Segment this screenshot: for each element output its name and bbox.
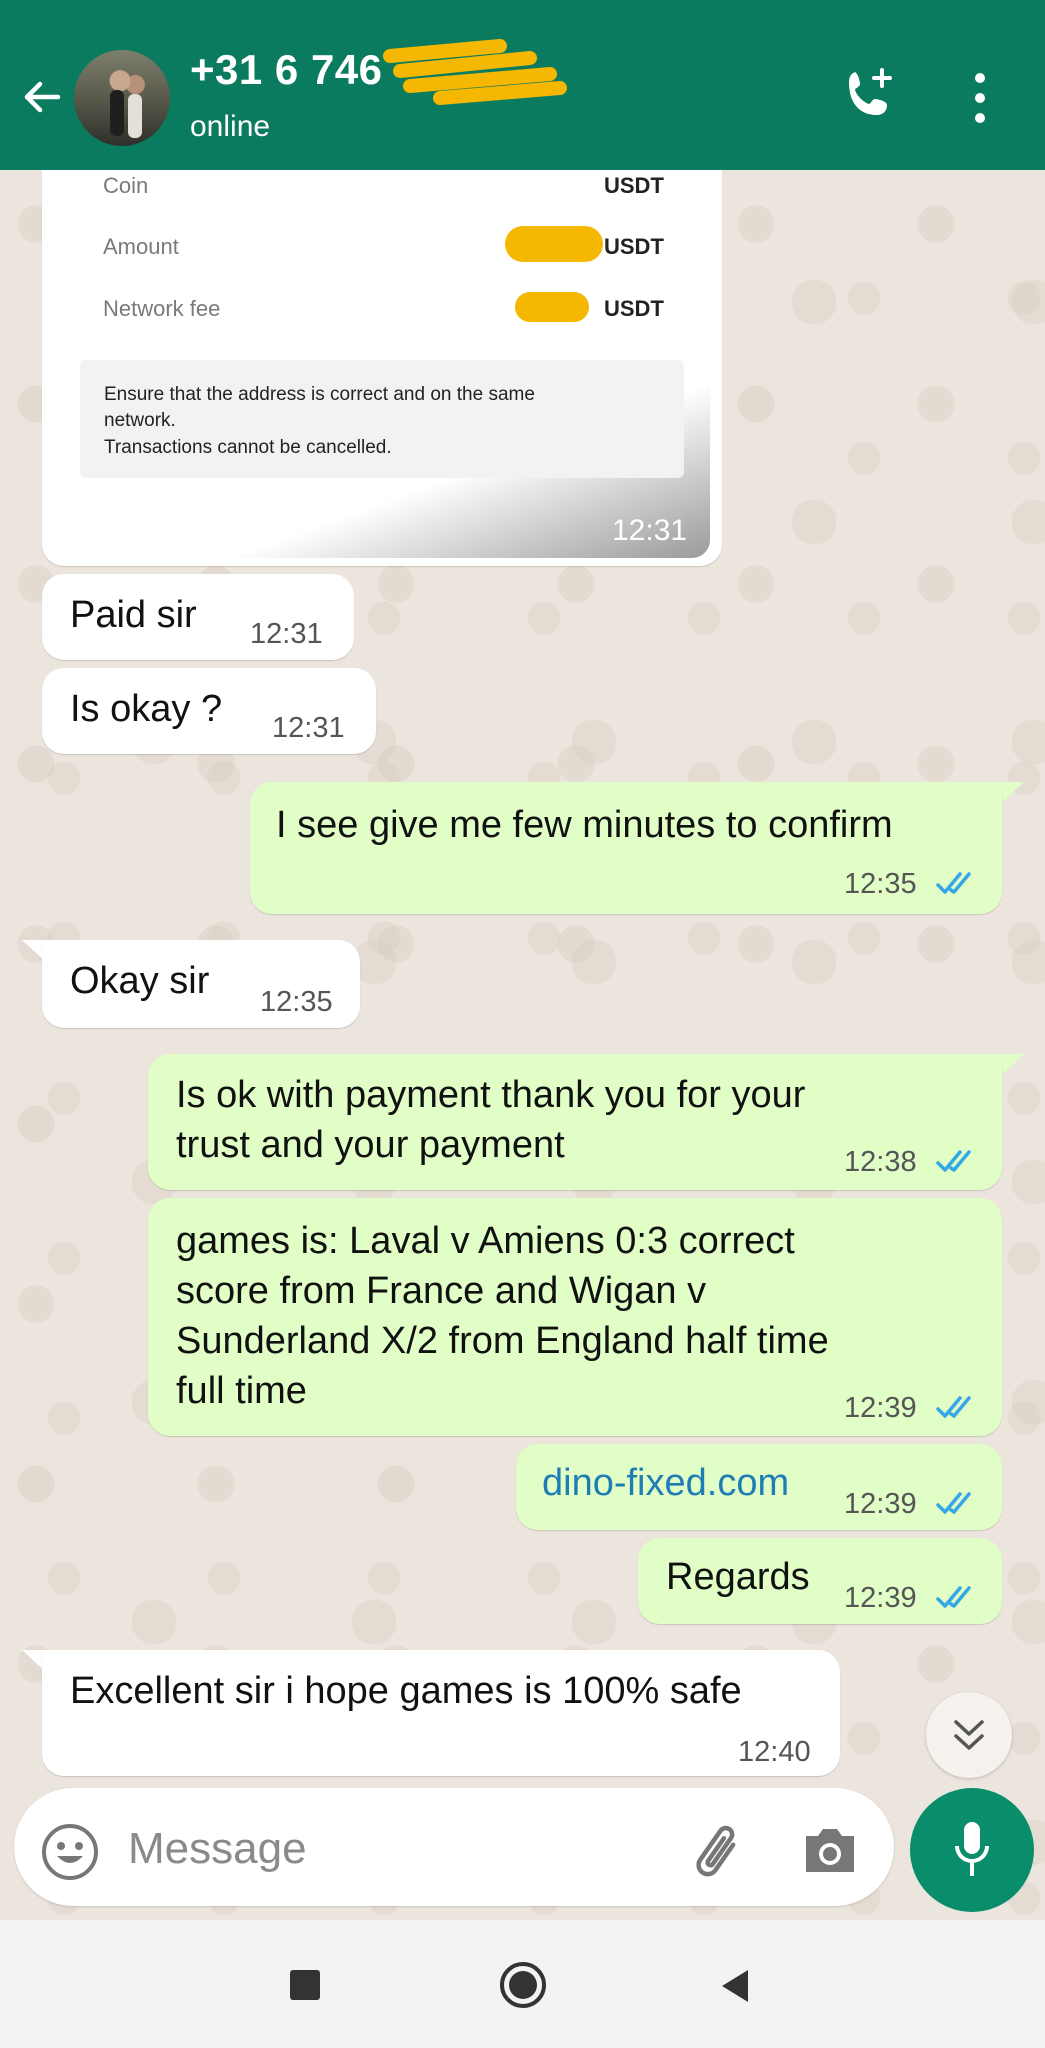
read-ticks-icon bbox=[936, 1150, 971, 1172]
message-time: 12:31 bbox=[250, 618, 323, 650]
contact-avatar[interactable] bbox=[74, 50, 170, 146]
amount-redaction bbox=[505, 226, 603, 262]
message-text: full time bbox=[176, 1370, 307, 1412]
read-ticks-icon bbox=[936, 1396, 971, 1418]
emoji-icon[interactable] bbox=[40, 1822, 100, 1882]
message-time: 12:31 bbox=[272, 712, 345, 744]
outgoing-message[interactable]: Is ok with payment thank you for your tr… bbox=[148, 1054, 1002, 1190]
message-time: 12:38 bbox=[844, 1146, 917, 1178]
incoming-message[interactable]: Excellent sir i hope games is 100% safe … bbox=[42, 1650, 840, 1776]
read-ticks-icon bbox=[936, 1586, 971, 1608]
nav-home-icon[interactable] bbox=[498, 1960, 548, 2010]
message-text: Paid sir bbox=[70, 594, 197, 636]
outgoing-message[interactable]: games is: Laval v Amiens 0:3 correct sco… bbox=[148, 1198, 1002, 1436]
camera-icon[interactable] bbox=[800, 1822, 860, 1878]
message-text: Okay sir bbox=[70, 960, 210, 1002]
network-fee-value: USDT bbox=[604, 296, 664, 321]
redaction-mark bbox=[383, 39, 567, 105]
voice-record-button[interactable] bbox=[910, 1788, 1034, 1912]
chat-header: +31 6 746 online bbox=[0, 0, 1045, 170]
message-text: Is okay ? bbox=[70, 688, 223, 730]
scroll-to-bottom-button[interactable] bbox=[926, 1692, 1012, 1778]
mic-icon bbox=[955, 1822, 989, 1876]
network-fee-label: Network fee bbox=[103, 296, 221, 321]
message-text: games is: Laval v Amiens 0:3 correct bbox=[176, 1220, 795, 1262]
read-ticks-icon bbox=[936, 872, 971, 894]
incoming-message[interactable]: Is okay ? 12:31 bbox=[42, 668, 376, 754]
message-text: Is ok with payment thank you for your bbox=[176, 1074, 806, 1116]
message-time: 12:40 bbox=[738, 1736, 811, 1768]
message-text: score from France and Wigan v bbox=[176, 1270, 707, 1312]
message-text: Excellent sir i hope games is 100% safe bbox=[70, 1670, 742, 1712]
nav-back-icon[interactable] bbox=[718, 1968, 750, 2004]
amount-value: USDT bbox=[604, 234, 664, 259]
more-vert-icon[interactable] bbox=[965, 70, 995, 126]
chevron-down-double-icon bbox=[954, 1720, 984, 1750]
outgoing-message[interactable]: dino-fixed.com 12:39 bbox=[516, 1444, 1002, 1530]
message-text: I see give me few minutes to confirm bbox=[276, 804, 893, 846]
add-call-icon[interactable] bbox=[840, 64, 900, 124]
message-time: 12:39 bbox=[844, 1582, 917, 1614]
coin-value: USDT bbox=[604, 173, 664, 198]
message-link[interactable]: dino-fixed.com bbox=[542, 1462, 789, 1505]
message-time: 12:39 bbox=[844, 1488, 917, 1520]
contact-status: online bbox=[190, 110, 271, 143]
message-text: Sunderland X/2 from England half time bbox=[176, 1320, 829, 1362]
fee-redaction bbox=[515, 292, 589, 322]
message-time: 12:35 bbox=[260, 986, 333, 1018]
attach-icon[interactable] bbox=[682, 1818, 748, 1884]
message-input[interactable]: Message bbox=[128, 1824, 307, 1874]
incoming-message[interactable]: Okay sir 12:35 bbox=[42, 940, 360, 1028]
contact-name[interactable]: +31 6 746 bbox=[190, 46, 383, 94]
amount-label: Amount bbox=[103, 234, 179, 259]
back-arrow-icon[interactable] bbox=[18, 72, 68, 122]
incoming-message[interactable]: Paid sir 12:31 bbox=[42, 574, 354, 660]
message-text: trust and your payment bbox=[176, 1124, 565, 1166]
notice-line: Ensure that the address is correct and o… bbox=[104, 384, 535, 405]
message-time: 12:35 bbox=[844, 868, 917, 900]
read-ticks-icon bbox=[936, 1492, 971, 1514]
notice-line: network. bbox=[104, 410, 176, 431]
message-time: 12:39 bbox=[844, 1392, 917, 1424]
outgoing-message[interactable]: I see give me few minutes to confirm 12:… bbox=[250, 782, 1002, 914]
nav-recents-icon[interactable] bbox=[290, 1970, 320, 2000]
notice-line: Transactions cannot be cancelled. bbox=[104, 437, 392, 458]
message-text: Regards bbox=[666, 1556, 810, 1598]
coin-label: Coin bbox=[103, 173, 149, 198]
outgoing-message[interactable]: Regards 12:39 bbox=[638, 1538, 1002, 1624]
message-time: 12:31 bbox=[612, 514, 688, 547]
